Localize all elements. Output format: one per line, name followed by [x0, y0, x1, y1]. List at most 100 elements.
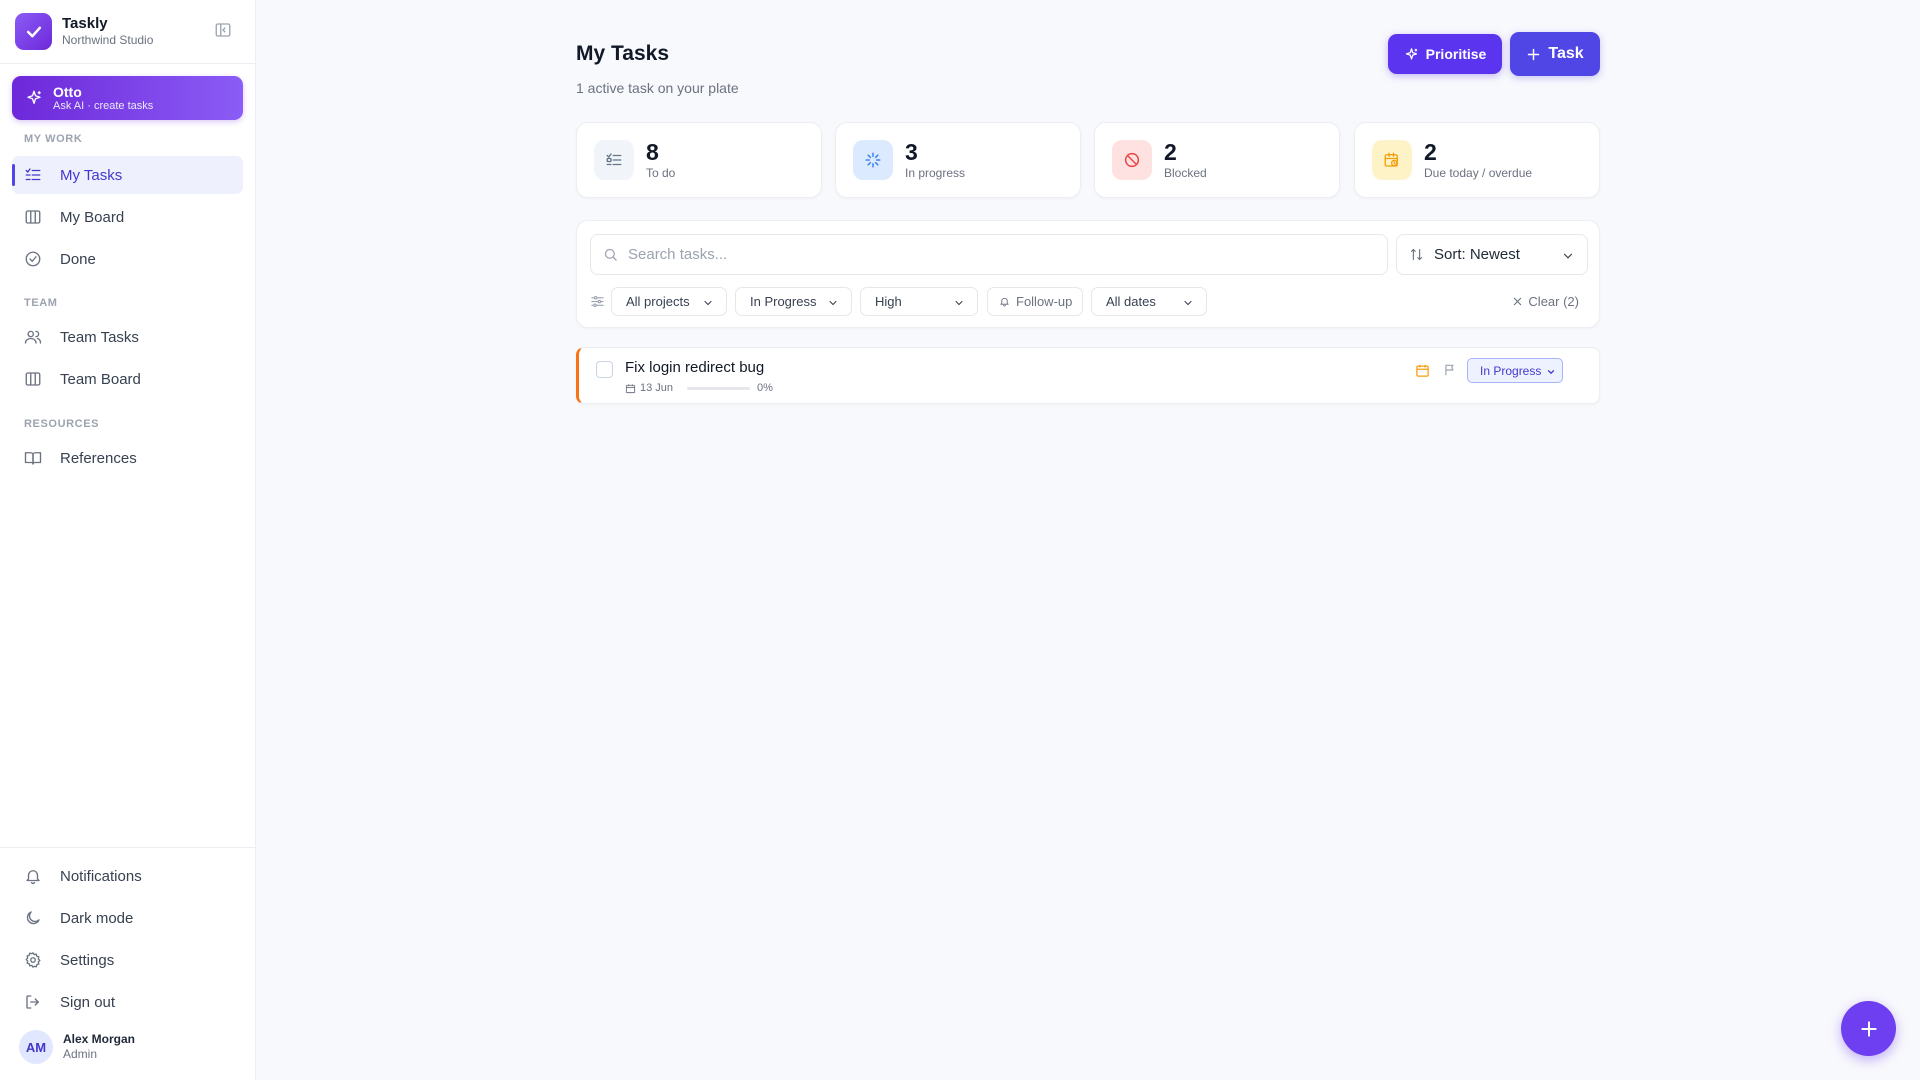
stat-label: Blocked — [1164, 166, 1207, 180]
gear-icon — [25, 951, 41, 969]
plus-icon — [1528, 48, 1540, 60]
sidebar-item-done[interactable]: Done — [12, 240, 243, 278]
moon-icon — [26, 911, 40, 925]
calendar-clock-icon — [1372, 140, 1412, 180]
sort-label: Sort: Newest — [1434, 246, 1520, 263]
ai-assistant-title: Otto — [53, 83, 82, 100]
board-columns-icon — [25, 372, 41, 386]
sort-select[interactable]: Sort: Newest — [1396, 234, 1588, 275]
task-row[interactable]: Fix login redirect bug 13 Jun 0% In Prog… — [576, 347, 1600, 404]
stat-card-blocked[interactable]: 2 Blocked — [1094, 122, 1340, 198]
list-check-icon — [25, 168, 41, 181]
list-icon — [594, 140, 634, 180]
chevron-down-icon — [955, 300, 963, 306]
sidebar-item-dark-mode[interactable]: Dark mode — [12, 899, 243, 937]
stat-card-to-do[interactable]: 8 To do — [576, 122, 822, 198]
sidebar-item-my-tasks[interactable]: My Tasks — [12, 156, 243, 194]
calendar-icon — [625, 383, 636, 393]
sidebar-item-label: Team Board — [60, 370, 141, 388]
sliders-icon — [591, 295, 604, 308]
sidebar-item-team-tasks[interactable]: Team Tasks — [12, 318, 243, 356]
collapse-sidebar-icon[interactable] — [214, 21, 234, 41]
sign-out-icon — [26, 995, 39, 1009]
calendar-icon[interactable] — [1415, 363, 1430, 378]
stat-value: 2 — [1424, 139, 1437, 165]
task-status-select[interactable]: In Progress — [1467, 358, 1563, 383]
search-placeholder: Search tasks... — [628, 246, 728, 263]
stat-value: 8 — [646, 139, 659, 165]
chevron-down-icon — [1563, 253, 1573, 259]
ai-assistant-subtitle: Ask AI · create tasks — [53, 99, 154, 112]
stat-label: Due today / overdue — [1424, 166, 1533, 180]
sparkles-icon — [1405, 47, 1417, 59]
user-profile[interactable]: AM Alex Morgan Admin — [19, 1030, 135, 1064]
flag-icon[interactable] — [1443, 363, 1457, 377]
sidebar-item-label: Settings — [60, 951, 115, 969]
sparkles-icon — [25, 89, 43, 107]
filter-chip-dates[interactable]: All dates — [1091, 287, 1207, 316]
check-circle-icon — [25, 251, 41, 267]
task-due-date: 13 Jun — [640, 382, 674, 394]
filter-panel: Search tasks... Sort: Newest All project… — [576, 220, 1600, 328]
sidebar-item-notifications[interactable]: Notifications — [12, 857, 243, 895]
clear-filters-label: Clear (2) — [1528, 294, 1579, 309]
board-columns-icon — [25, 210, 41, 224]
stat-card-in-progress[interactable]: 3 In progress — [835, 122, 1081, 198]
chevron-down-icon — [1184, 300, 1192, 306]
chevron-down-icon — [1547, 370, 1555, 375]
clear-filters-button[interactable]: Clear (2) — [1512, 294, 1579, 309]
sidebar-item-sign-out[interactable]: Sign out — [12, 983, 243, 1021]
add-task-label: Task — [1548, 45, 1584, 62]
divider — [0, 63, 255, 64]
app-name: Taskly — [62, 15, 108, 32]
sidebar-item-label: Sign out — [60, 993, 116, 1011]
ban-icon — [1112, 140, 1152, 180]
task-progress-label: 0% — [757, 382, 773, 394]
page-subtitle: 1 active task on your plate — [576, 80, 739, 96]
ai-assistant-button[interactable]: Otto Ask AI · create tasks — [12, 76, 243, 120]
sidebar-item-label: My Board — [60, 208, 125, 226]
add-task-button[interactable]: Task — [1510, 32, 1600, 76]
chip-label: Follow-up — [1016, 294, 1073, 309]
sidebar-item-references[interactable]: References — [12, 439, 243, 477]
sidebar-item-label: Done — [60, 250, 96, 268]
stat-value: 2 — [1164, 139, 1177, 165]
stat-card-due-today[interactable]: 2 Due today / overdue — [1354, 122, 1600, 198]
brand: Taskly Northwind Studio — [15, 13, 153, 50]
user-role: Admin — [63, 1047, 98, 1061]
chip-label: All projects — [626, 294, 690, 309]
users-icon — [24, 330, 42, 344]
search-icon — [604, 248, 617, 261]
section-label-team: TEAM — [24, 297, 58, 309]
filter-chip-status[interactable]: In Progress — [735, 287, 852, 316]
divider — [0, 847, 255, 848]
sidebar-item-label: My Tasks — [60, 166, 123, 184]
stat-label: To do — [646, 166, 676, 180]
task-checkbox[interactable] — [596, 361, 613, 378]
floating-add-button[interactable] — [1841, 1001, 1896, 1056]
filter-chip-priority[interactable]: High — [860, 287, 978, 316]
page-title: My Tasks — [576, 42, 669, 65]
sidebar-item-team-board[interactable]: Team Board — [12, 360, 243, 398]
book-open-icon — [24, 452, 42, 465]
sidebar: Taskly Northwind Studio Otto Ask AI · cr… — [0, 0, 256, 1080]
plus-icon — [1860, 1020, 1877, 1037]
sidebar-item-label: Dark mode — [60, 909, 134, 927]
prioritise-button[interactable]: Prioritise — [1388, 34, 1502, 74]
search-input[interactable]: Search tasks... — [590, 234, 1388, 275]
task-meta: 13 Jun 0% — [625, 382, 773, 394]
sidebar-item-label: Team Tasks — [60, 328, 139, 346]
sidebar-item-my-board[interactable]: My Board — [12, 198, 243, 236]
sort-icon — [1410, 248, 1423, 261]
sidebar-item-settings[interactable]: Settings — [12, 941, 243, 979]
stat-value: 3 — [905, 139, 918, 165]
section-label-my-work: MY WORK — [24, 133, 83, 145]
filter-chip-project[interactable]: All projects — [611, 287, 727, 316]
chip-label: All dates — [1106, 294, 1156, 309]
prioritise-label: Prioritise — [1425, 46, 1487, 62]
user-name: Alex Morgan — [63, 1032, 136, 1046]
filter-chip-follow-up[interactable]: Follow-up — [987, 287, 1083, 316]
sidebar-item-label: Notifications — [60, 867, 142, 885]
chevron-down-icon — [704, 300, 712, 306]
task-title: Fix login redirect bug — [625, 359, 765, 376]
